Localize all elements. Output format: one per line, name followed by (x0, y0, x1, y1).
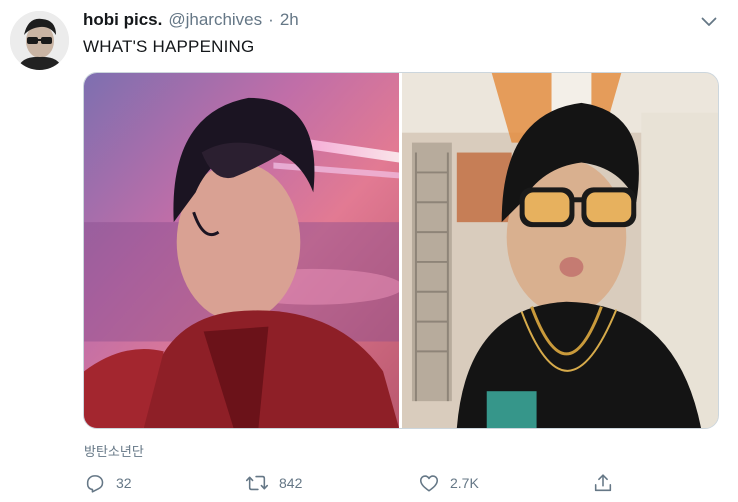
photo-1[interactable] (84, 73, 399, 428)
photo-2[interactable] (401, 73, 718, 428)
display-name[interactable]: hobi pics. (83, 10, 162, 30)
tweet-header: hobi pics. @jharchives · 2h (83, 10, 299, 30)
share-button[interactable] (592, 472, 614, 494)
separator-dot: · (268, 10, 274, 29)
avatar[interactable] (10, 11, 69, 70)
like-count: 2.7K (450, 475, 479, 491)
chevron-down-icon (701, 17, 717, 26)
tweet-text: WHAT'S HAPPENING (83, 37, 255, 56)
reply-icon (86, 475, 104, 493)
translate-hint[interactable]: 방탄소년단 (84, 441, 144, 460)
timestamp[interactable]: 2h (280, 10, 299, 30)
share-icon (594, 474, 612, 492)
heart-icon (419, 475, 439, 492)
retweet-icon (245, 475, 269, 491)
retweet-count: 842 (279, 475, 303, 491)
reply-count: 32 (116, 475, 132, 491)
like-button[interactable]: 2.7K (418, 472, 479, 494)
reply-button[interactable]: 32 (84, 472, 132, 494)
user-handle[interactable]: @jharchives (168, 10, 262, 30)
action-bar: 32 842 2.7K (84, 472, 624, 500)
retweet-button[interactable]: 842 (245, 472, 302, 494)
tweet-card[interactable]: hobi pics. @jharchives · 2h WHAT'S HAPPE… (0, 0, 738, 502)
media-grid (83, 72, 719, 429)
tweet-menu-button[interactable] (698, 13, 720, 31)
